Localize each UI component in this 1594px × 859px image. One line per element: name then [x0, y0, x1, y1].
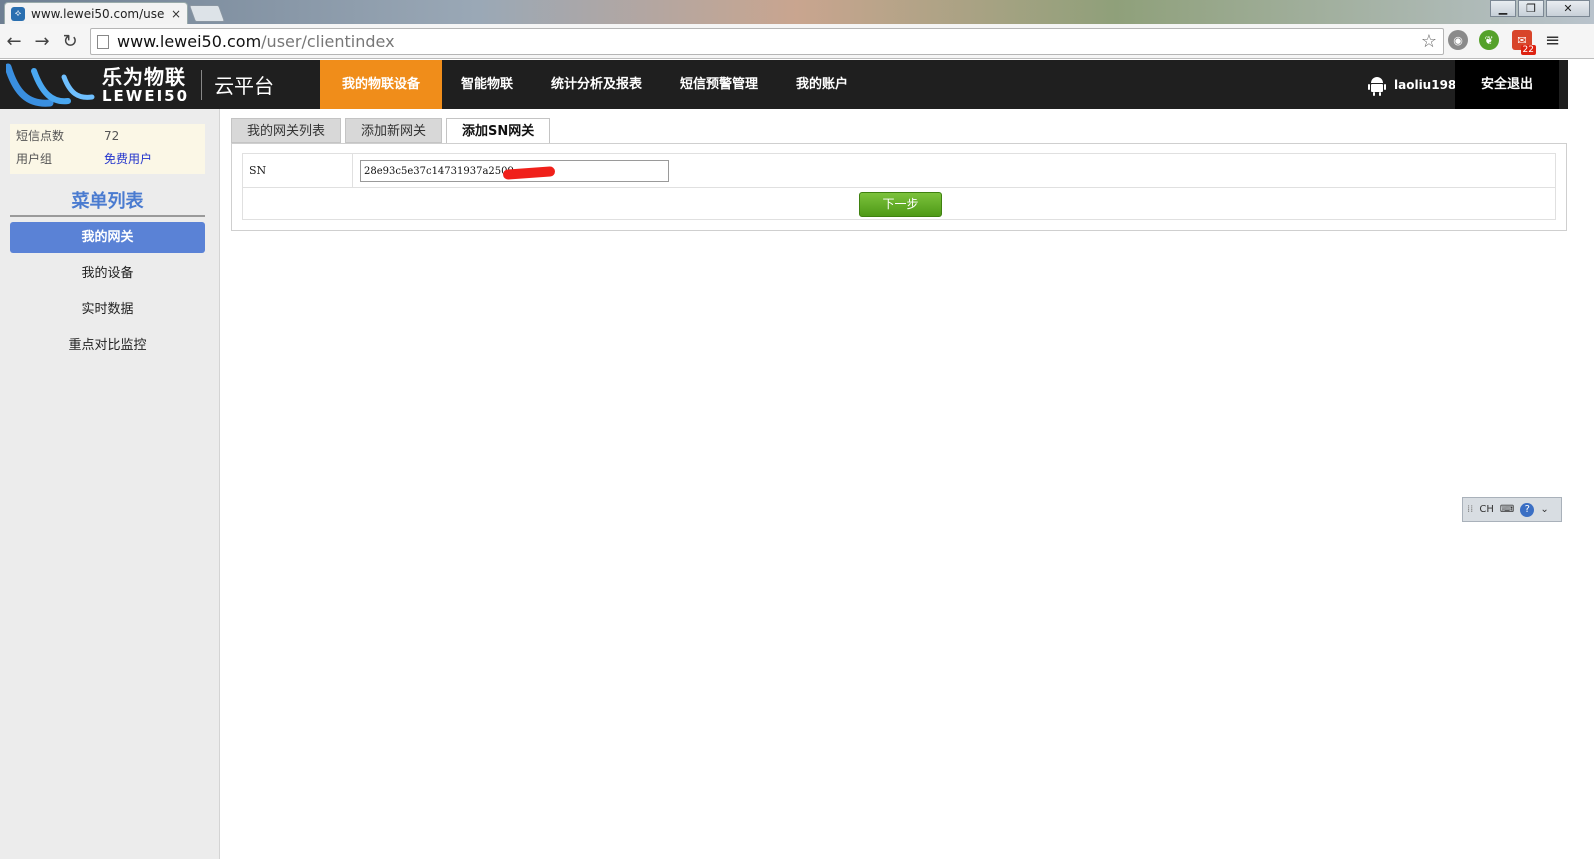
logo-cloud-platform: 云平台	[214, 74, 275, 98]
back-arrow-icon[interactable]: ←	[0, 27, 28, 55]
globe-extension-icon[interactable]: ◉	[1448, 30, 1468, 50]
logout-button[interactable]: 安全退出	[1455, 60, 1559, 109]
url-path: /user/clientindex	[261, 32, 395, 51]
minimize-button[interactable]: ▁	[1490, 0, 1516, 17]
sidebar-item-realtime-data[interactable]: 实时数据	[10, 294, 205, 325]
reload-icon[interactable]: ↻	[56, 27, 84, 55]
nav-my-account[interactable]: 我的账户	[777, 60, 867, 109]
info-row-sms-points: 短信点数 72	[10, 124, 205, 147]
site-favicon-icon: ⟡	[11, 6, 25, 21]
tab-add-new-gateway[interactable]: 添加新网关	[345, 118, 443, 143]
new-tab-button[interactable]	[188, 5, 226, 22]
options-arrow-icon[interactable]: ⌄	[1540, 504, 1548, 515]
android-icon	[1368, 76, 1386, 96]
nav-my-iot-devices[interactable]: 我的物联设备	[320, 60, 442, 109]
logo-mark-icon	[6, 63, 95, 107]
browser-tab[interactable]: ⟡ www.lewei50.com/user/ ×	[4, 2, 188, 24]
sidebar-item-my-devices[interactable]: 我的设备	[10, 258, 205, 289]
nav-statistics-reports[interactable]: 统计分析及报表	[532, 60, 661, 109]
browser-tab-title: www.lewei50.com/user/	[31, 6, 165, 21]
logo-divider	[201, 69, 203, 100]
info-value: 72	[104, 128, 120, 143]
browser-toolbar: ← → ↻ www.lewei50.com/user/clientindex ☆…	[0, 24, 1594, 59]
keyboard-icon[interactable]: ⌨	[1500, 504, 1514, 515]
browser-menu-icon[interactable]: ≡	[1545, 30, 1560, 51]
info-key: 短信点数	[16, 129, 65, 143]
user-group-link[interactable]: 免费用户	[104, 150, 152, 167]
logo-english-name: LEWEI50	[102, 86, 190, 105]
sidebar-item-comparison-monitor[interactable]: 重点对比监控	[10, 330, 205, 361]
tab-add-sn-gateway[interactable]: 添加SN网关	[446, 118, 551, 144]
add-sn-gateway-panel: SN 下一步	[231, 143, 1567, 231]
ime-language[interactable]: CH	[1479, 504, 1494, 515]
lewei50-logo[interactable]: 乐为物联 LEWEI50 云平台	[6, 60, 274, 109]
drag-handle-icon[interactable]: ⁞⁞	[1467, 504, 1473, 515]
window-controls: ▁ ❐ ✕	[1490, 0, 1590, 17]
menu-title: 菜单列表	[10, 187, 205, 217]
user-info[interactable]: laoliu1982	[1368, 60, 1465, 109]
url-host: www.lewei50.com	[117, 32, 262, 51]
ime-toolbar[interactable]: ⁞⁞ CH ⌨ ? ⌄	[1462, 497, 1562, 522]
sn-form: SN 下一步	[242, 153, 1556, 220]
content-tabs: 我的网关列表 添加新网关 添加SN网关	[231, 118, 551, 144]
page-scroll-rail	[1568, 60, 1594, 859]
info-row-user-group: 用户组 免费用户	[10, 147, 205, 170]
logo-chinese-name: 乐为物联	[102, 64, 186, 89]
tab-gateway-list[interactable]: 我的网关列表	[231, 118, 342, 143]
help-icon[interactable]: ?	[1520, 502, 1535, 517]
info-key: 用户组	[16, 152, 53, 166]
page-icon	[97, 34, 109, 49]
extension-badge: 22	[1520, 45, 1536, 55]
address-bar[interactable]: www.lewei50.com/user/clientindex ☆	[90, 28, 1444, 55]
restore-button[interactable]: ❐	[1518, 0, 1544, 17]
site-header: 乐为物联 LEWEI50 云平台 我的物联设备 智能物联 统计分析及报表 短信预…	[0, 60, 1568, 109]
close-window-button[interactable]: ✕	[1546, 0, 1590, 17]
main-nav: 我的物联设备 智能物联 统计分析及报表 短信预警管理 我的账户	[320, 60, 867, 109]
forward-arrow-icon[interactable]: →	[28, 27, 56, 55]
browser-tabstrip: ⟡ www.lewei50.com/user/ × ▁ ❐ ✕	[0, 0, 1594, 24]
sn-form-row: SN	[243, 154, 1555, 188]
nav-smart-iot[interactable]: 智能物联	[442, 60, 532, 109]
nav-sms-alert-management[interactable]: 短信预警管理	[661, 60, 777, 109]
sn-label: SN	[243, 154, 353, 188]
account-info-box: 短信点数 72 用户组 免费用户	[10, 124, 205, 174]
next-step-button[interactable]: 下一步	[859, 192, 942, 217]
bookmark-star-icon[interactable]: ☆	[1421, 31, 1437, 52]
sidebar-menu: 我的网关 我的设备 实时数据 重点对比监控	[10, 222, 205, 366]
close-tab-icon[interactable]: ×	[171, 7, 181, 21]
sidebar: 短信点数 72 用户组 免费用户 菜单列表 我的网关 我的设备 实时数据 重点对…	[0, 109, 220, 859]
mail-extension-icon[interactable]: ✉ 22	[1512, 30, 1536, 55]
sidebar-item-my-gateways[interactable]: 我的网关	[10, 222, 205, 253]
leaf-extension-icon[interactable]: ❦	[1479, 30, 1499, 50]
